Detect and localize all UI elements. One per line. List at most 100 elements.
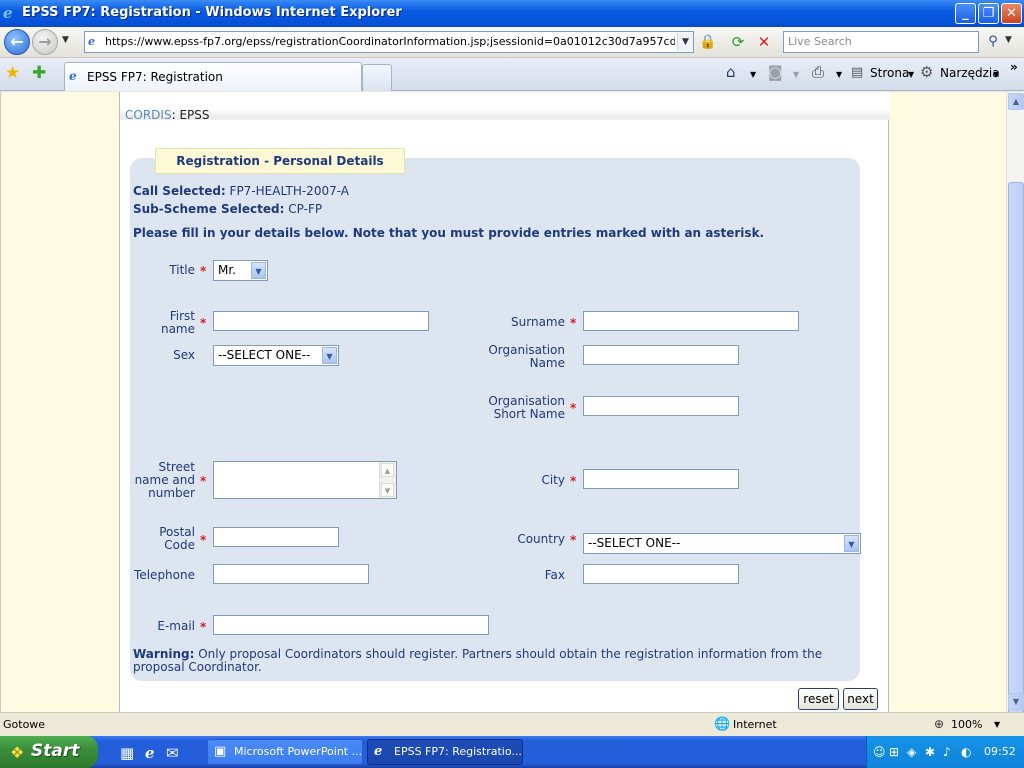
taskbar-item-ie[interactable]: e EPSS FP7: Registratio... [367, 739, 523, 765]
fax-input[interactable] [583, 564, 739, 584]
org-short-name-input[interactable] [583, 396, 739, 416]
country-label: Country [517, 532, 565, 546]
gear-icon: ⚙ [920, 63, 934, 81]
tray-tools-icon[interactable]: ✱ [925, 745, 935, 759]
page-viewport: CORDIS: EPSS Registration - Personal Det… [0, 92, 1006, 712]
start-button[interactable]: ❖ Start [0, 736, 98, 768]
form-instructions: Please fill in your details below. Note … [133, 226, 765, 240]
first-name-required-marker: * [200, 316, 207, 330]
print-dropdown-icon[interactable]: ▼ [836, 70, 842, 79]
telephone-input[interactable] [213, 564, 369, 584]
page-scrollbar[interactable]: ▲ ▼ [1006, 92, 1024, 730]
status-bar: Gotowe 🌐 Internet ⊕ 100% ▼ [0, 712, 1024, 736]
home-dropdown-icon[interactable]: ▼ [750, 70, 756, 79]
subscheme-selected-value: CP-FP [288, 202, 323, 216]
stop-icon[interactable]: ✕ [754, 32, 774, 52]
org-short-name-label: Organisation Short Name [475, 395, 565, 421]
title-select[interactable]: Mr. ▼ [213, 260, 268, 281]
address-dropdown-icon[interactable]: ▼ [677, 33, 693, 51]
postal-code-required-marker: * [200, 533, 207, 547]
taskbar: ❖ Start ▦ e ✉ ▣ Microsoft PowerPoint ...… [0, 736, 1024, 768]
home-icon[interactable]: ⌂ [726, 63, 736, 81]
search-input[interactable]: Live Search [783, 31, 979, 53]
warning-text: Only proposal Coordinators should regist… [133, 647, 823, 674]
title-bar: e EPSS FP7: Registration - Windows Inter… [0, 0, 1024, 27]
new-tab-button[interactable] [362, 64, 392, 91]
search-dropdown-icon[interactable]: ▼ [1005, 35, 1012, 45]
tray-messenger-icon[interactable]: ☺ [873, 745, 886, 759]
breadcrumb-cordis-link[interactable]: CORDIS [125, 108, 172, 122]
zoom-dropdown-icon[interactable]: ▼ [994, 720, 1000, 729]
print-icon[interactable]: ⎙ [812, 63, 824, 81]
arrow-left-icon: ← [10, 32, 24, 51]
email-label: E-mail [157, 619, 195, 633]
scroll-up-icon[interactable]: ▲ [381, 463, 394, 477]
tools-menu-dropdown-icon[interactable]: ▼ [993, 70, 999, 79]
tools-menu[interactable]: Narzędzia [940, 66, 1000, 80]
email-input[interactable] [213, 615, 489, 635]
street-label: Street name and number [130, 461, 195, 500]
page-menu[interactable]: Strona [870, 66, 909, 80]
scrollbar-thumb[interactable] [1008, 182, 1024, 730]
sex-select[interactable]: --SELECT ONE-- ▼ [213, 345, 339, 366]
tab-epss-registration[interactable]: e EPSS FP7: Registration [64, 62, 362, 91]
ie-icon: e [374, 744, 383, 759]
taskbar-item-powerpoint[interactable]: ▣ Microsoft PowerPoint ... [207, 739, 363, 765]
history-dropdown-icon[interactable]: ▼ [62, 35, 69, 45]
country-required-marker: * [570, 533, 577, 547]
org-name-input[interactable] [583, 345, 739, 365]
show-desktop-icon[interactable]: ▦ [120, 744, 134, 762]
start-label: Start [31, 741, 80, 761]
favorites-star-icon[interactable]: ★ [5, 63, 20, 83]
surname-input[interactable] [583, 311, 799, 331]
tab-page-icon: e [69, 69, 77, 83]
scroll-down-icon[interactable]: ▼ [1008, 693, 1024, 710]
tray-security-icon[interactable]: ◈ [907, 745, 916, 759]
refresh-icon[interactable]: ⟳ [728, 32, 748, 52]
back-button[interactable]: ← [4, 29, 30, 55]
first-name-label-line2: name [160, 322, 195, 336]
address-bar[interactable]: e https://www.epss-fp7.org/epss/registra… [84, 31, 694, 53]
next-button[interactable]: next [843, 688, 878, 710]
feeds-dropdown-icon[interactable]: ▼ [793, 70, 799, 79]
textarea-scrollbar[interactable]: ▲ ▼ [379, 462, 396, 498]
org-name-label-line1: Organisation [488, 343, 565, 357]
scroll-down-icon[interactable]: ▼ [381, 483, 394, 497]
page-menu-icon: ▤ [851, 65, 864, 80]
address-input[interactable]: https://www.epss-fp7.org/epss/registrati… [105, 35, 675, 48]
tray-network-icon[interactable]: ⊞ [889, 745, 899, 759]
street-textarea[interactable]: ▲ ▼ [213, 461, 397, 499]
security-zone[interactable]: Internet [733, 718, 777, 731]
add-favorite-icon[interactable]: ✚ [32, 63, 46, 83]
maximize-button[interactable]: ❐ [978, 3, 999, 24]
forward-button[interactable]: → [32, 29, 58, 55]
search-icon[interactable]: ⚲ [982, 31, 1004, 53]
scroll-up-icon[interactable]: ▲ [1008, 93, 1024, 110]
breadcrumb: CORDIS: EPSS [125, 108, 210, 122]
taskbar-item-label: Microsoft PowerPoint ... [234, 745, 363, 758]
breadcrumb-bar: CORDIS: EPSS [120, 92, 890, 122]
ie-quicklaunch-icon[interactable]: e [145, 744, 155, 762]
email-quicklaunch-icon[interactable]: ✉ [166, 744, 179, 762]
postal-code-input[interactable] [213, 527, 339, 547]
minimize-button[interactable]: _ [955, 3, 976, 24]
city-label: City [541, 473, 565, 487]
lock-icon[interactable]: 🔒 [699, 32, 717, 52]
city-input[interactable] [583, 469, 739, 489]
reset-button[interactable]: reset [798, 688, 839, 710]
globe-icon: 🌐 [714, 717, 731, 732]
tray-volume-icon[interactable]: ♪ [943, 745, 951, 759]
clock[interactable]: 09:52 [984, 745, 1016, 758]
breadcrumb-epss: EPSS [179, 108, 210, 122]
first-name-input[interactable] [213, 311, 429, 331]
more-commands-icon[interactable]: » [1010, 60, 1018, 74]
tray-app-icon[interactable]: ◐ [961, 745, 971, 759]
close-button[interactable]: ✕ [1001, 3, 1022, 24]
email-required-marker: * [200, 620, 207, 634]
feeds-icon[interactable]: ◙ [768, 63, 783, 81]
sex-label: Sex [173, 348, 195, 362]
country-select[interactable]: --SELECT ONE-- ▼ [583, 533, 861, 554]
warning-label: Warning: [133, 647, 195, 661]
page-menu-dropdown-icon[interactable]: ▼ [908, 70, 914, 79]
zoom-level[interactable]: 100% [951, 718, 982, 731]
